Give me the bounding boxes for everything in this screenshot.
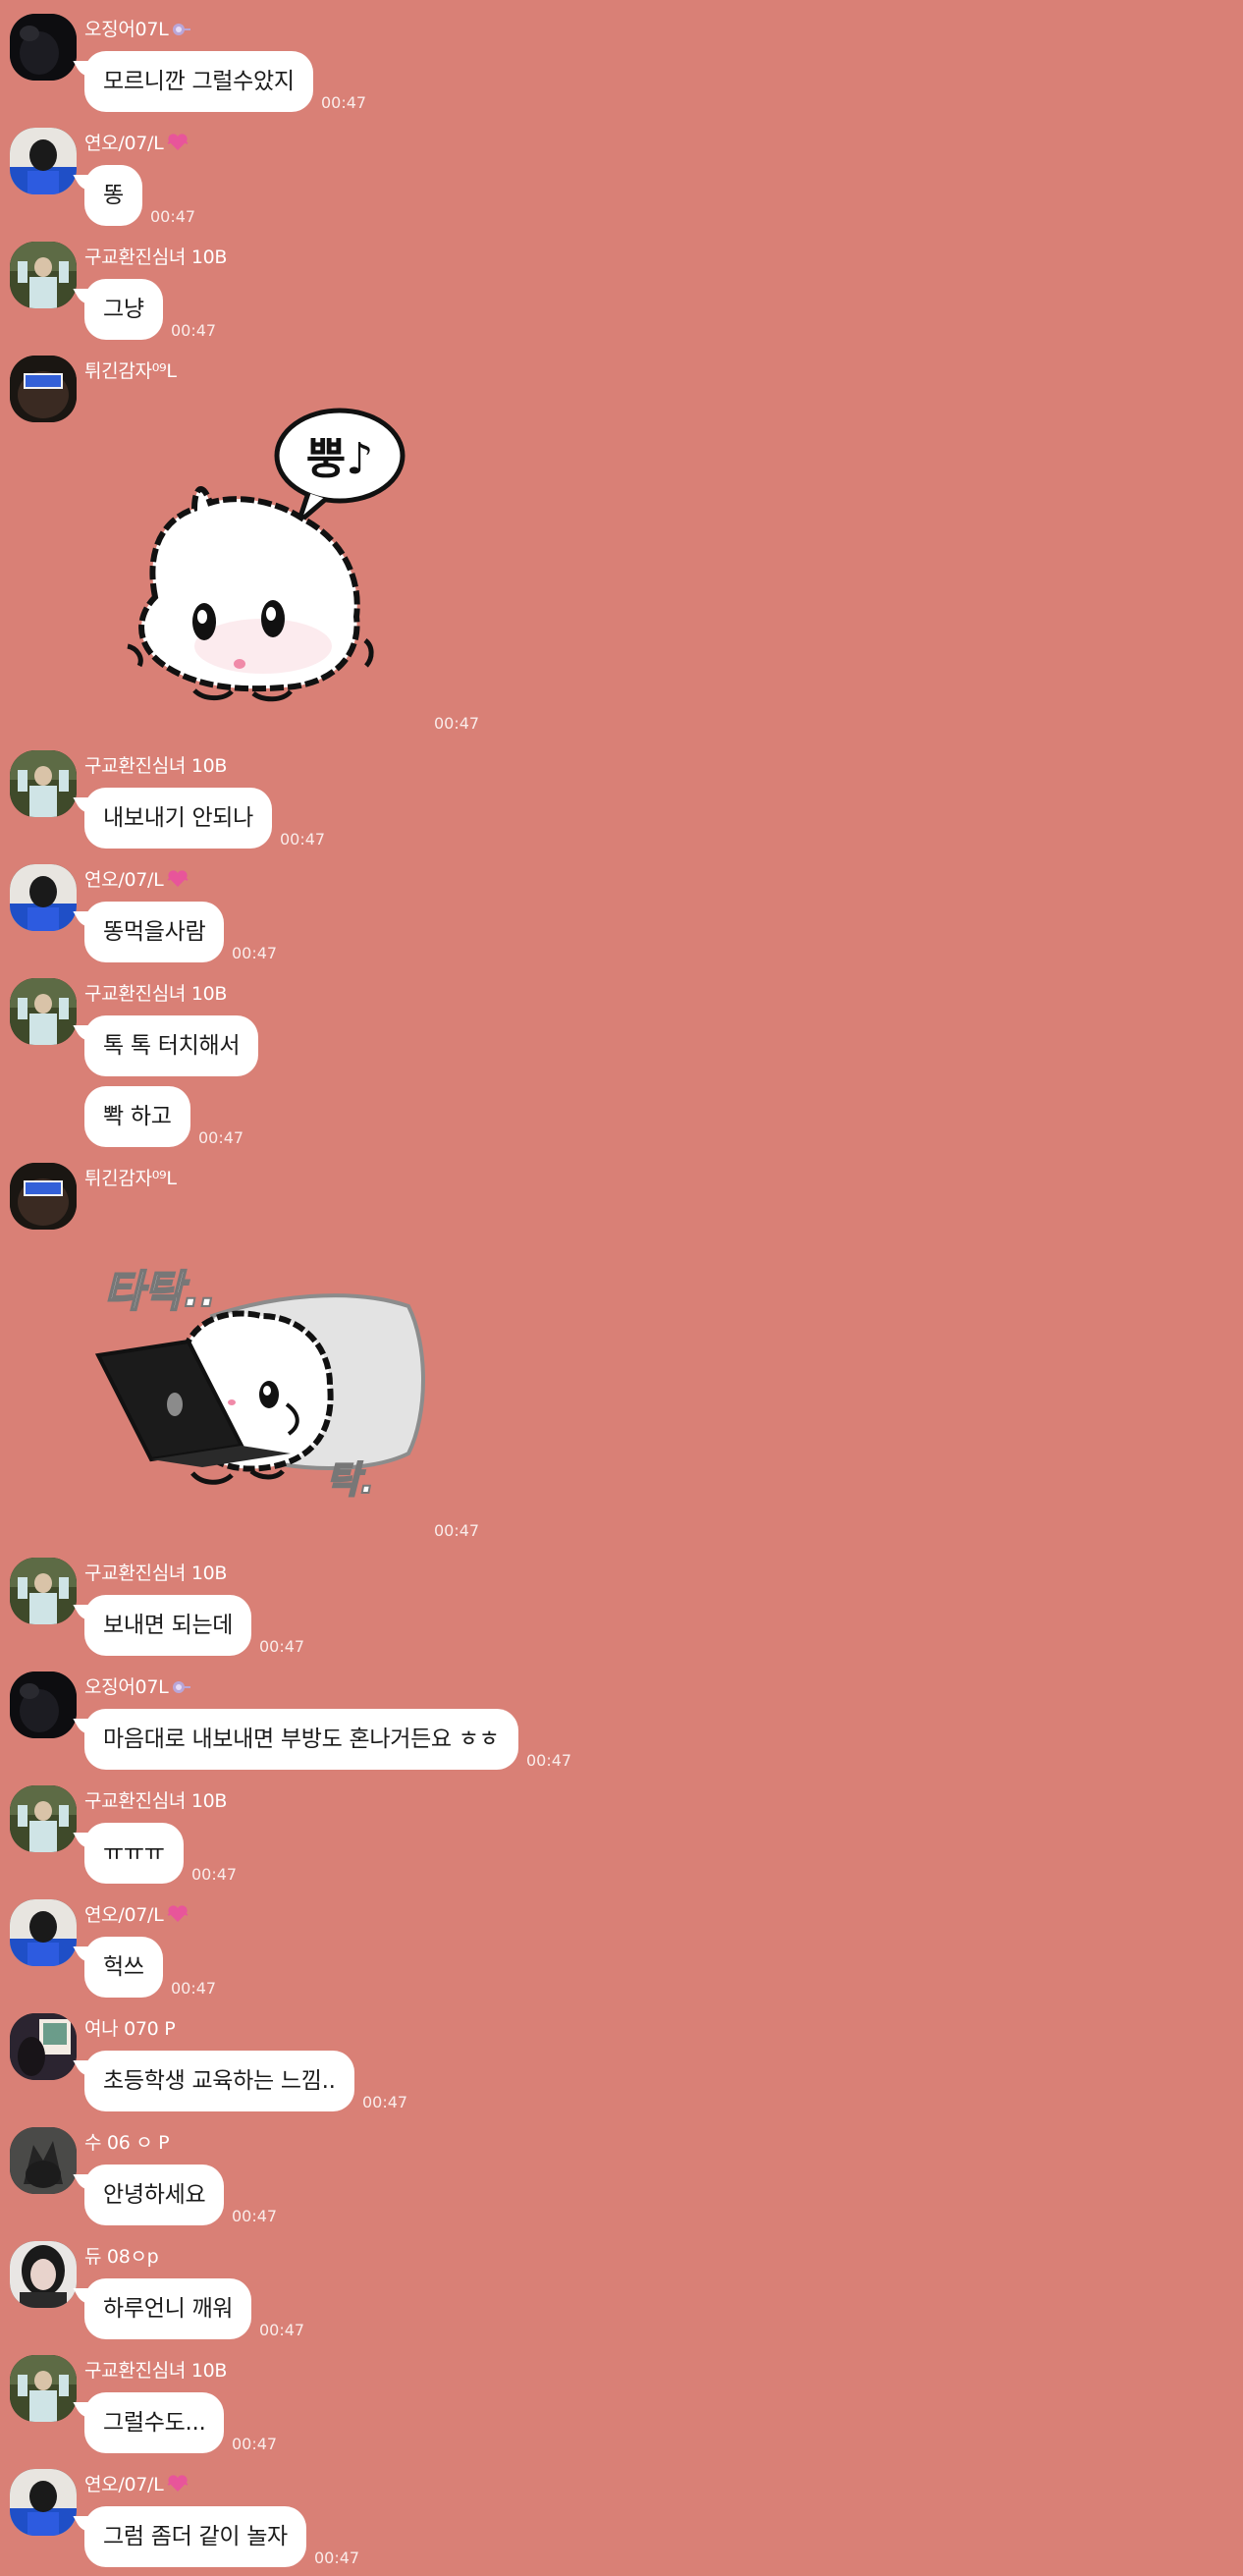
sender-name: 튀긴감자⁰⁹L (84, 360, 177, 382)
heart-icon (166, 2475, 189, 2498)
sticker-text: 타탁.. (104, 1267, 216, 1317)
avatar[interactable] (10, 1899, 77, 1966)
avatar[interactable] (10, 750, 77, 817)
message-time: 00:47 (321, 93, 367, 112)
message-bubble[interactable]: 마음대로 내보내면 부방도 혼나거든요 ㅎㅎ (84, 1709, 518, 1770)
avatar[interactable] (10, 2355, 77, 2422)
sender-name: 여나 070 P (84, 2018, 176, 2040)
avatar[interactable] (10, 1672, 77, 1738)
avatar[interactable] (10, 978, 77, 1045)
sender-name: 연오/07/L (84, 1903, 189, 1929)
message-time: 00:47 (314, 2549, 360, 2567)
message-bubble[interactable]: 똥 (84, 165, 142, 226)
avatar[interactable] (10, 2241, 77, 2308)
avatar[interactable] (10, 128, 77, 194)
message-bubble[interactable]: 똥먹을사람 (84, 902, 225, 962)
sender-name: 수 06 ㅇ P (84, 2132, 170, 2154)
message-time: 00:47 (150, 207, 196, 226)
message-time: 00:47 (259, 1637, 305, 1656)
message-bubble[interactable]: 그럴수도... (84, 2392, 225, 2453)
sender-name: 오징어07L (84, 1675, 191, 1701)
sender-name: 튀긴감자⁰⁹L (84, 1168, 177, 1189)
lollipop-icon (171, 1677, 191, 1701)
message-time: 00:47 (171, 321, 217, 340)
avatar[interactable] (10, 2013, 77, 2080)
sender-name: 듀 08ㅇp (84, 2246, 159, 2268)
sender-name: 구교환진심녀 10B (84, 983, 228, 1005)
message-time: 00:47 (362, 2093, 408, 2111)
sender-name: 구교환진심녀 10B (84, 1790, 228, 1812)
message-bubble[interactable]: ㅠㅠㅠ (84, 1823, 184, 1884)
message-bubble[interactable]: 하루언니 깨워 (84, 2278, 252, 2339)
avatar[interactable] (10, 2127, 77, 2194)
sender-name: 구교환진심녀 10B (84, 247, 228, 268)
message-time: 00:47 (434, 1521, 480, 1540)
chat-room: 오징어07L 모르니깐 그럴수았지 00:47 연오/07/L 똥 00:47 … (0, 0, 1243, 2576)
message-bubble[interactable]: 톡 톡 터치해서 (84, 1015, 259, 1076)
avatar[interactable] (10, 356, 77, 422)
message-time: 00:47 (232, 2435, 278, 2453)
lollipop-icon (171, 20, 191, 43)
message-time: 00:47 (191, 1865, 238, 1884)
heart-icon (166, 134, 189, 157)
message-time: 00:47 (280, 830, 326, 849)
message-time: 00:47 (232, 2207, 278, 2225)
message-bubble[interactable]: 안녕하세요 (84, 2165, 225, 2225)
sender-name: 연오/07/L (84, 2473, 189, 2498)
sender-name: 구교환진심녀 10B (84, 755, 228, 777)
sender-name: 구교환진심녀 10B (84, 1562, 228, 1584)
heart-icon (166, 870, 189, 894)
sticker-text: 탁. (326, 1458, 374, 1502)
avatar[interactable] (10, 1163, 77, 1230)
sender-name: 오징어07L (84, 18, 191, 43)
avatar[interactable] (10, 1785, 77, 1852)
message-time: 00:47 (434, 714, 480, 733)
message-bubble[interactable]: 뽝 하고 (84, 1086, 190, 1147)
sender-name: 연오/07/L (84, 132, 189, 157)
avatar[interactable] (10, 2469, 77, 2536)
avatar[interactable] (10, 1558, 77, 1624)
message-time: 00:47 (198, 1128, 244, 1147)
cat-laptop-sticker[interactable]: 타탁.. 탁. (94, 1257, 428, 1516)
message-time: 00:47 (171, 1979, 217, 1998)
message-time: 00:47 (526, 1751, 572, 1770)
heart-icon (166, 1905, 189, 1929)
cat-speech-sticker[interactable]: 뿡♪ (116, 401, 420, 729)
avatar[interactable] (10, 864, 77, 931)
sender-name: 구교환진심녀 10B (84, 2360, 228, 2382)
message-bubble[interactable]: 헉쓰 (84, 1937, 163, 1998)
sticker-text: 뿡♪ (306, 434, 374, 484)
message-bubble[interactable]: 내보내기 안되나 (84, 788, 273, 849)
message-time: 00:47 (232, 944, 278, 962)
message-bubble[interactable]: 모르니깐 그럴수았지 (84, 51, 313, 112)
sender-name: 연오/07/L (84, 868, 189, 894)
avatar[interactable] (10, 242, 77, 308)
message-bubble[interactable]: 보내면 되는데 (84, 1595, 252, 1656)
message-bubble[interactable]: 그냥 (84, 279, 163, 340)
message-time: 00:47 (259, 2321, 305, 2339)
message-bubble[interactable]: 그럼 좀더 같이 놀자 (84, 2506, 306, 2567)
avatar[interactable] (10, 14, 77, 81)
message-bubble[interactable]: 초등학생 교육하는 느낌.. (84, 2051, 354, 2111)
